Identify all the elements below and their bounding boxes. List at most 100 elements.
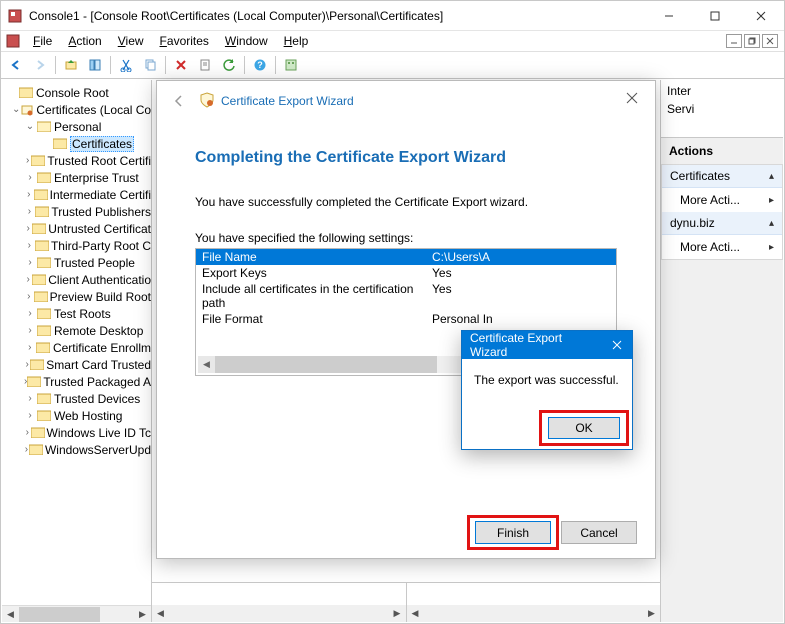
- tree-item[interactable]: ›Trusted Publishers: [6, 203, 151, 220]
- settings-row[interactable]: File NameC:\Users\A: [196, 249, 616, 265]
- scroll-right-button[interactable]: ▶: [389, 605, 406, 622]
- copy-button[interactable]: [139, 54, 161, 76]
- actions-more-2[interactable]: More Acti... ▸: [662, 235, 782, 259]
- scroll-left-button[interactable]: ◀: [2, 606, 19, 623]
- menu-action[interactable]: Action: [60, 32, 109, 50]
- up-button[interactable]: [60, 54, 82, 76]
- tree-item[interactable]: ›Untrusted Certificat: [6, 220, 151, 237]
- expand-icon[interactable]: ›: [24, 325, 36, 336]
- actions-group-certificates[interactable]: Certificates ▴: [662, 165, 782, 188]
- list-header[interactable]: Inter: [661, 80, 783, 102]
- expand-icon[interactable]: ›: [24, 206, 35, 217]
- expand-icon[interactable]: ›: [24, 274, 32, 285]
- tree-personal[interactable]: ⌄ Personal: [6, 118, 151, 135]
- tree-hscrollbar[interactable]: ◀ ▶: [2, 605, 151, 622]
- menu-favorites[interactable]: Favorites: [152, 32, 217, 50]
- wizard-settings-label: You have specified the following setting…: [195, 231, 617, 245]
- expand-icon[interactable]: ›: [24, 308, 36, 319]
- wizard-close-button[interactable]: [617, 87, 647, 109]
- expand-icon[interactable]: ›: [24, 240, 35, 251]
- settings-row[interactable]: Include all certificates in the certific…: [196, 281, 616, 311]
- folder-icon: [31, 153, 45, 169]
- scroll-thumb[interactable]: [215, 356, 437, 373]
- scroll-left-button[interactable]: ◀: [198, 356, 215, 373]
- tree-root[interactable]: Console Root: [6, 84, 151, 101]
- tree-item[interactable]: ›Trusted Packaged A: [6, 373, 151, 390]
- tree-item[interactable]: ›Trusted Root Certifi: [6, 152, 151, 169]
- tree-certs-local[interactable]: ⌄ Certificates (Local Com: [6, 101, 151, 118]
- menu-window[interactable]: Window: [217, 32, 276, 50]
- expand-icon[interactable]: ›: [24, 223, 32, 234]
- expand-icon[interactable]: ›: [24, 291, 34, 302]
- tree-item[interactable]: ›Third-Party Root C: [6, 237, 151, 254]
- tree-item[interactable]: › Web Hosting: [6, 407, 151, 424]
- collapse-icon[interactable]: ▴: [769, 218, 774, 229]
- cancel-button[interactable]: Cancel: [561, 521, 637, 544]
- folder-icon: [36, 255, 52, 271]
- folder-icon: [36, 340, 51, 356]
- tree-label: Trusted People: [54, 256, 135, 270]
- show-hide-button[interactable]: [84, 54, 106, 76]
- properties-button[interactable]: [194, 54, 216, 76]
- tree-item[interactable]: ›Remote Desktop: [6, 322, 151, 339]
- expand-icon[interactable]: ›: [24, 410, 36, 421]
- cut-button[interactable]: [115, 54, 137, 76]
- wizard-back-button[interactable]: [167, 89, 191, 113]
- expand-icon[interactable]: ›: [24, 172, 36, 183]
- mmc-icon: [5, 33, 21, 49]
- settings-key: Export Keys: [202, 266, 432, 280]
- expand-icon[interactable]: ›: [24, 189, 34, 200]
- scroll-right-button[interactable]: ▶: [134, 606, 151, 623]
- actions-more-1[interactable]: More Acti... ▸: [662, 188, 782, 212]
- tree-certificates[interactable]: Certificates: [6, 135, 151, 152]
- tree-item[interactable]: ›Enterprise Trust: [6, 169, 151, 186]
- menu-file[interactable]: File: [25, 32, 60, 50]
- tree-item[interactable]: ›WindowsServerUpd: [6, 441, 151, 458]
- mdi-close-button[interactable]: [762, 34, 778, 48]
- expand-icon[interactable]: ›: [24, 393, 36, 404]
- forward-button[interactable]: [29, 54, 51, 76]
- minimize-button[interactable]: [646, 1, 692, 31]
- folder-icon: [18, 85, 34, 101]
- options-button[interactable]: [280, 54, 302, 76]
- scroll-left-button[interactable]: ◀: [407, 605, 424, 622]
- settings-row[interactable]: Export KeysYes: [196, 265, 616, 281]
- maximize-button[interactable]: [692, 1, 738, 31]
- delete-button[interactable]: [170, 54, 192, 76]
- scroll-left-button[interactable]: ◀: [152, 605, 169, 622]
- tree-item[interactable]: ›Preview Build Root: [6, 288, 151, 305]
- center-hscrollbar-left[interactable]: ◀ ▶: [152, 605, 406, 622]
- settings-row[interactable]: File FormatPersonal In: [196, 311, 616, 327]
- tree-label: Web Hosting: [54, 409, 122, 423]
- tree-item[interactable]: › Trusted People: [6, 254, 151, 271]
- collapse-icon[interactable]: ▴: [769, 171, 774, 182]
- back-button[interactable]: [5, 54, 27, 76]
- close-button[interactable]: [738, 1, 784, 31]
- tree-item[interactable]: ›Intermediate Certifi: [6, 186, 151, 203]
- submenu-icon: ▸: [769, 242, 774, 253]
- tree-item[interactable]: ›Test Roots: [6, 305, 151, 322]
- mdi-restore-button[interactable]: [744, 34, 760, 48]
- expand-icon[interactable]: ⌄: [24, 121, 36, 132]
- expand-icon[interactable]: ›: [24, 342, 36, 353]
- tree-item[interactable]: ›Client Authenticatio: [6, 271, 151, 288]
- tree-item[interactable]: ›Trusted Devices: [6, 390, 151, 407]
- scroll-thumb[interactable]: [19, 607, 100, 622]
- actions-header: Actions: [661, 138, 783, 165]
- expand-icon[interactable]: ›: [24, 155, 31, 166]
- mdi-minimize-button[interactable]: [726, 34, 742, 48]
- tree-pane: Console Root ⌄ Certificates (Local Com ⌄…: [2, 80, 152, 622]
- actions-group-dynu[interactable]: dynu.biz ▴: [662, 212, 782, 235]
- tree-item[interactable]: ›Windows Live ID Tc: [6, 424, 151, 441]
- tree-item[interactable]: ›Smart Card Trusted: [6, 356, 151, 373]
- tree-item[interactable]: ›Certificate Enrollm: [6, 339, 151, 356]
- help-button[interactable]: ?: [249, 54, 271, 76]
- scroll-right-button[interactable]: ▶: [643, 605, 660, 622]
- expand-icon[interactable]: ⌄: [12, 104, 20, 115]
- expand-icon[interactable]: ›: [24, 257, 36, 268]
- center-hscrollbar-right[interactable]: ◀ ▶: [407, 605, 661, 622]
- refresh-button[interactable]: [218, 54, 240, 76]
- popup-close-button[interactable]: [602, 331, 632, 359]
- menu-view[interactable]: View: [110, 32, 152, 50]
- menu-help[interactable]: Help: [276, 32, 317, 50]
